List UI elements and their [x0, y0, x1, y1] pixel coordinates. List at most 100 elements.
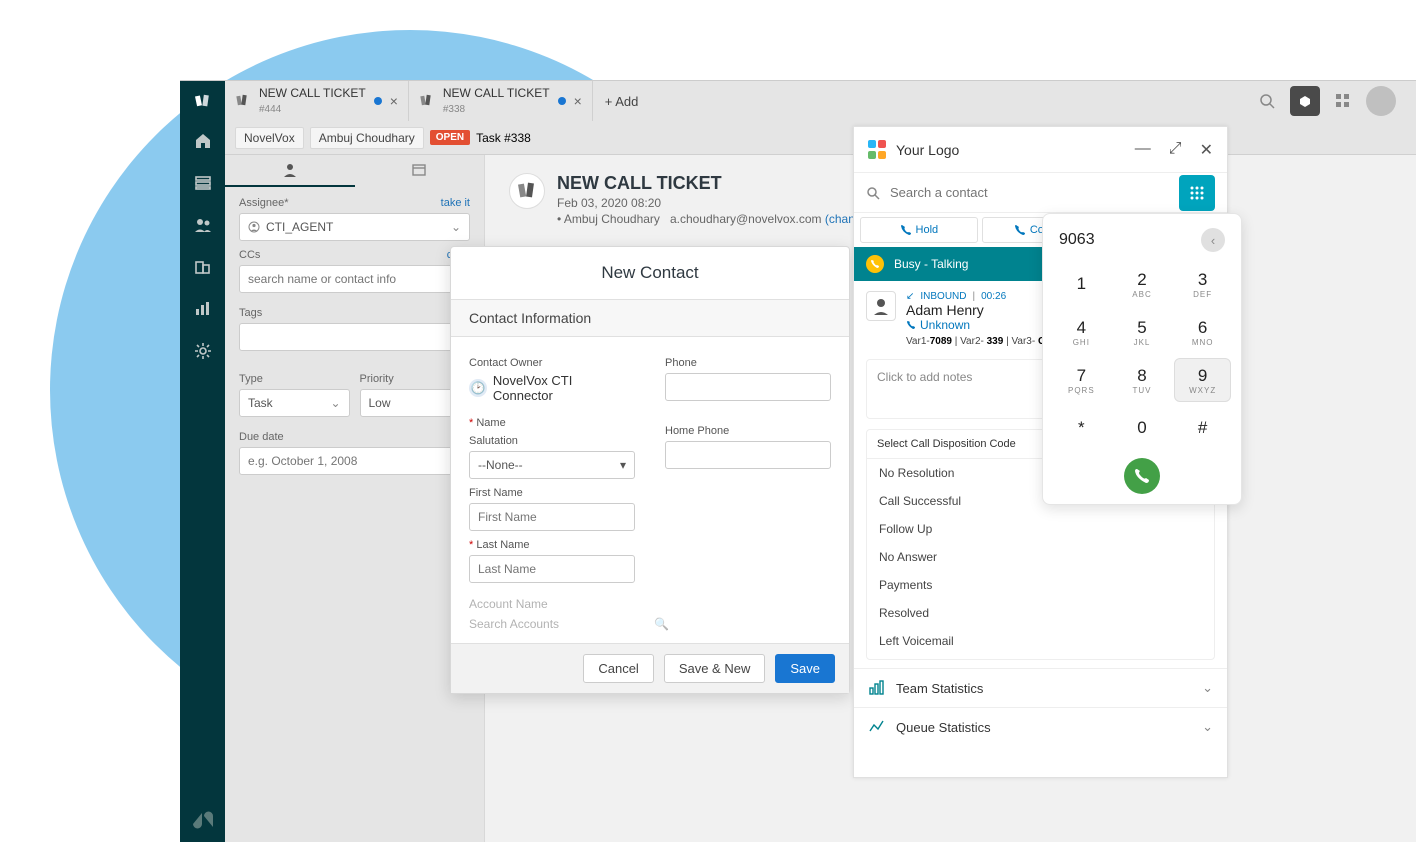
first-name-label: First Name: [469, 487, 635, 499]
team-stats-icon: [868, 679, 886, 697]
phone-icon: [906, 320, 916, 330]
user-avatar[interactable]: [1366, 86, 1396, 116]
dispo-item[interactable]: No Answer: [867, 543, 1214, 571]
tab-2[interactable]: NEW CALL TICKET#338 ×: [409, 81, 593, 121]
left-panel: Assignee*take it CTI_AGENT ⌄ CCscc m Tag…: [225, 155, 485, 842]
unsaved-dot-icon: [374, 97, 382, 105]
ticket-person: Ambuj Choudhary: [564, 212, 660, 226]
queue-stats-accordion[interactable]: Queue Statistics ⌄: [854, 707, 1227, 746]
crumb-person[interactable]: Ambuj Choudhary: [310, 127, 424, 149]
assignee-select[interactable]: CTI_AGENT ⌄: [239, 213, 470, 241]
apps-icon[interactable]: [1290, 86, 1320, 116]
key-hash[interactable]: #: [1174, 406, 1231, 450]
cti-logo-icon: [868, 140, 888, 160]
cancel-button[interactable]: Cancel: [583, 654, 653, 683]
phone-input[interactable]: [665, 373, 831, 401]
chevron-down-icon: ⌄: [451, 220, 461, 234]
tags-input[interactable]: [239, 323, 470, 351]
dispo-item[interactable]: Payments: [867, 571, 1214, 599]
add-tab-button[interactable]: + Add: [593, 94, 651, 109]
dispo-item[interactable]: Not Interested: [867, 655, 1214, 659]
search-icon: 🔍: [654, 617, 669, 631]
zendesk-icon: [191, 808, 215, 832]
salutation-select[interactable]: --None--▾: [469, 451, 635, 479]
dispo-item[interactable]: Left Voicemail: [867, 627, 1214, 655]
home-icon[interactable]: [191, 129, 215, 153]
key-7[interactable]: 7PQRS: [1053, 358, 1110, 402]
type-select[interactable]: Task⌄: [239, 389, 350, 417]
close-icon[interactable]: ✕: [1200, 140, 1213, 160]
chevron-down-icon: ⌄: [1202, 719, 1213, 735]
reports-icon[interactable]: [191, 297, 215, 321]
cti-title: Your Logo: [896, 142, 959, 158]
lptab-org[interactable]: [355, 155, 485, 187]
key-8[interactable]: 8TUV: [1114, 358, 1171, 402]
key-0[interactable]: 0: [1114, 406, 1171, 450]
key-3[interactable]: 3DEF: [1174, 262, 1231, 306]
ticket-email: a.choudhary@novelvox.com: [670, 212, 822, 226]
due-input[interactable]: [239, 447, 470, 475]
logo-corner: [180, 81, 225, 121]
top-right-actions: [1252, 86, 1416, 116]
tags-label: Tags: [239, 307, 262, 319]
ccs-label: CCs: [239, 249, 260, 261]
call-button[interactable]: [1124, 458, 1160, 494]
keypad-button[interactable]: [1179, 175, 1215, 211]
close-icon[interactable]: ×: [574, 93, 582, 109]
first-name-input[interactable]: [469, 503, 635, 531]
minimize-icon[interactable]: —: [1135, 140, 1151, 160]
customers-icon[interactable]: [191, 213, 215, 237]
ticket-icon: [419, 93, 435, 109]
last-name-input[interactable]: [469, 555, 635, 583]
dispo-item[interactable]: Follow Up: [867, 515, 1214, 543]
queue-stats-icon: [868, 718, 886, 736]
dialpad-display: 9063: [1059, 231, 1095, 249]
hold-button[interactable]: Hold: [860, 217, 978, 243]
account-label: Account Name: [469, 597, 831, 611]
crumb-org[interactable]: NovelVox: [235, 127, 304, 149]
save-button[interactable]: Save: [775, 654, 835, 683]
tab-2-sub: #338: [443, 104, 465, 115]
org-icon[interactable]: [191, 255, 215, 279]
chevron-down-icon: ⌄: [330, 396, 340, 410]
dispo-item[interactable]: Resolved: [867, 599, 1214, 627]
due-label: Due date: [239, 431, 284, 443]
key-star[interactable]: *: [1053, 406, 1110, 450]
take-it-link[interactable]: take it: [441, 197, 470, 209]
key-1[interactable]: 1: [1053, 262, 1110, 306]
popout-icon[interactable]: ⤢: [1169, 140, 1182, 160]
app-window: NEW CALL TICKET#444 × NEW CALL TICKET#33…: [180, 80, 1416, 842]
settings-icon[interactable]: [191, 339, 215, 363]
logo-icon: [194, 92, 212, 110]
crumb-ticket: Task #338: [476, 131, 531, 145]
account-placeholder: Search Accounts: [469, 617, 559, 631]
key-5[interactable]: 5JKL: [1114, 310, 1171, 354]
new-contact-modal: New Contact Contact Information Contact …: [450, 246, 850, 694]
ticket-title: NEW CALL TICKET: [557, 173, 872, 194]
key-2[interactable]: 2ABC: [1114, 262, 1171, 306]
tab-1[interactable]: NEW CALL TICKET#444 ×: [225, 81, 409, 121]
search-icon[interactable]: [1252, 86, 1282, 116]
home-phone-label: Home Phone: [665, 425, 831, 437]
home-phone-input[interactable]: [665, 441, 831, 469]
views-icon[interactable]: [191, 171, 215, 195]
cti-search-input[interactable]: [890, 185, 1169, 200]
grid-icon[interactable]: [1328, 86, 1358, 116]
save-and-new-button[interactable]: Save & New: [664, 654, 766, 683]
backspace-button[interactable]: ‹: [1201, 228, 1225, 252]
team-stats-accordion[interactable]: Team Statistics ⌄: [854, 668, 1227, 707]
ccs-input[interactable]: [239, 265, 470, 293]
close-icon[interactable]: ×: [390, 93, 398, 109]
key-4[interactable]: 4GHI: [1053, 310, 1110, 354]
tab-1-sub: #444: [259, 104, 281, 115]
contact-avatar: [866, 291, 896, 321]
key-6[interactable]: 6MNO: [1174, 310, 1231, 354]
key-9[interactable]: 9WXYZ: [1174, 358, 1231, 402]
lptab-user[interactable]: [225, 155, 355, 187]
call-direction: INBOUND: [920, 291, 966, 302]
chevron-down-icon: ⌄: [1202, 680, 1213, 696]
last-name-label: Last Name: [469, 539, 635, 551]
salutation-label: Salutation: [469, 435, 635, 447]
type-label: Type: [239, 373, 263, 385]
unsaved-dot-icon: [558, 97, 566, 105]
